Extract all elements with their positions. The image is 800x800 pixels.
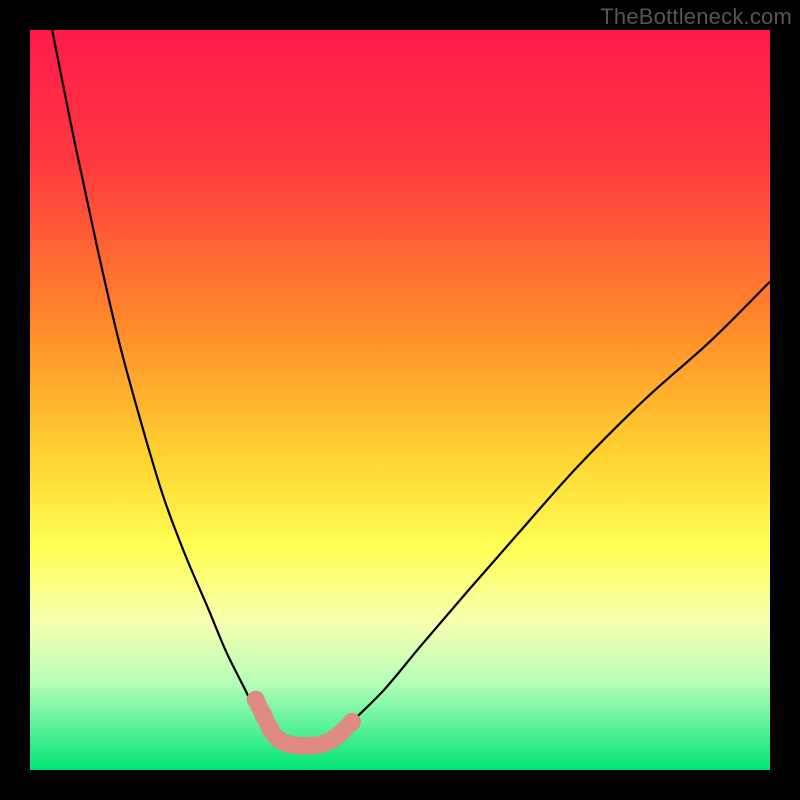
marker-dot	[343, 713, 361, 731]
plot-area	[30, 30, 770, 770]
bottleneck-chart	[30, 30, 770, 770]
gradient-background	[30, 30, 770, 770]
watermark-text: TheBottleneck.com	[600, 4, 792, 30]
chart-frame: TheBottleneck.com	[0, 0, 800, 800]
